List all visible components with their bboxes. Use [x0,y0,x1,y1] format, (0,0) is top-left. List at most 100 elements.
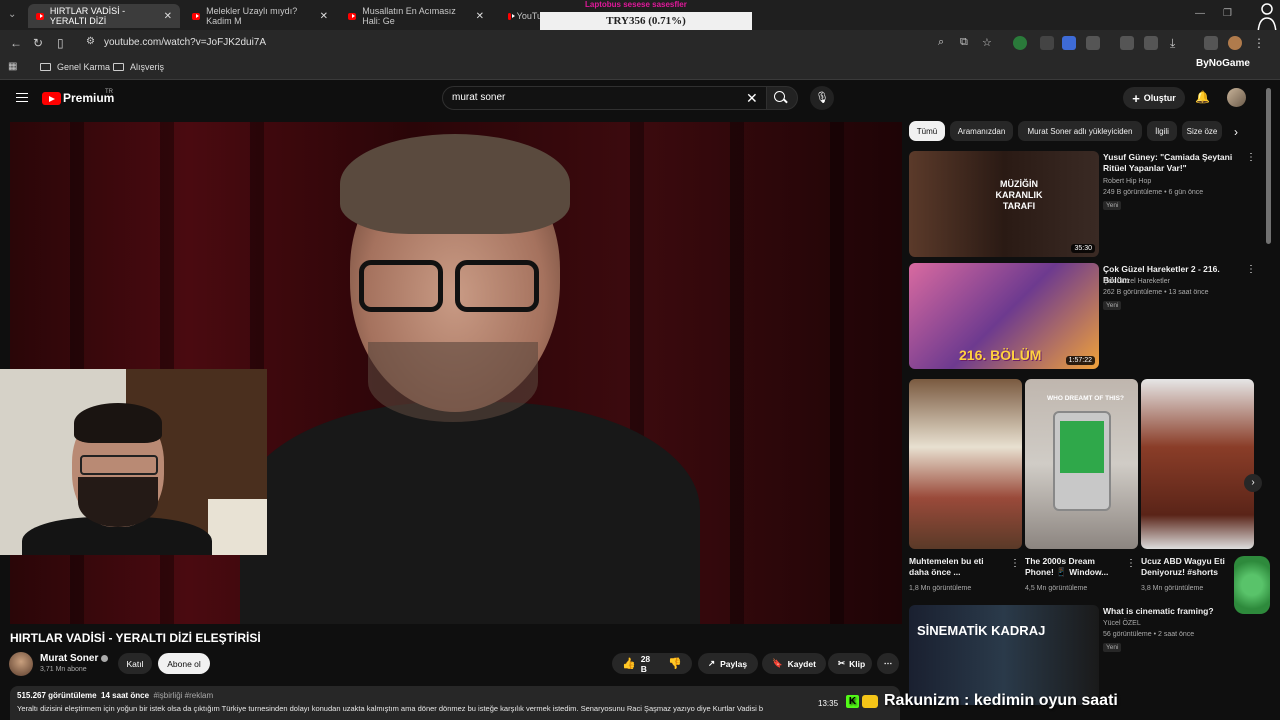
short-title[interactable]: The 2000s Dream Phone! 📱 Window... [1025,556,1121,578]
more-vert-icon[interactable]: ⋮ [1126,558,1136,569]
tab-list-icon[interactable]: ⌄ [8,9,16,20]
clip-button[interactable]: ✂ Klip [828,653,872,674]
rec-channel[interactable]: Çok Güzel Hareketler [1103,278,1170,285]
download-icon[interactable]: ⤓ [1170,36,1175,51]
rec-video-title[interactable]: Yusuf Güney: "Camiada Şeytani Ritüel Yap… [1103,152,1233,174]
install-icon[interactable]: ⧉ [960,36,968,49]
share-button[interactable]: ↗ Paylaş [698,653,758,674]
bookmark-alisveris[interactable]: Alışveriş [113,62,164,72]
share-label: Paylaş [720,658,748,669]
more-vert-icon[interactable]: ⋮ [1246,264,1256,275]
description-meta: 515.267 görüntüleme 14 saat önce #işbirl… [17,691,213,700]
menu-kebab-icon[interactable]: ⋮ [1253,36,1265,50]
clip-label: Klip [849,658,866,669]
chip-all[interactable]: Tümü [909,121,945,141]
bookmark-genel-karma[interactable]: Genel Karma [40,62,110,72]
like-icon[interactable]: 👍 [622,657,636,670]
save-label: Kaydet [787,658,816,669]
more-vert-icon[interactable]: ⋮ [1246,152,1256,163]
rec-channel[interactable]: Robert Hip Hop [1103,178,1151,185]
video-thumbnail[interactable]: SİNEMATİK KADRAJ [909,605,1099,705]
folder-icon [40,63,51,71]
chevron-right-icon[interactable]: › [1234,125,1238,139]
account-avatar[interactable] [1227,88,1246,107]
more-actions-button[interactable]: ⋯ [877,653,899,674]
extension-icon[interactable] [1013,36,1027,50]
short-views: 3,8 Mn görüntüleme [1141,585,1204,592]
profile-avatar-icon[interactable] [1228,36,1242,50]
short-thumbnail[interactable] [909,379,1022,549]
sidepanel-icon[interactable]: ▯ [57,36,64,50]
chip-for-you[interactable]: Size öze [1182,121,1222,141]
reading-list-icon[interactable] [1204,36,1218,50]
site-info-icon[interactable]: ⚙ [86,36,95,47]
translate-icon[interactable] [1062,36,1076,50]
extension-icon[interactable] [1040,36,1054,50]
search-icon [774,91,785,102]
cast-icon[interactable] [1120,36,1134,50]
close-tab-icon[interactable]: ✕ [476,11,484,22]
youtube-logo-icon[interactable] [42,92,61,105]
maximize-icon[interactable]: ❐ [1223,8,1232,19]
verified-badge-icon [101,654,109,662]
short-title[interactable]: Muhtemelen bu eti daha önce ... [909,556,1005,578]
tab-label: Melekler Uzaylı mıydı? Kadim M [206,6,298,26]
dislike-icon[interactable]: 👎 [668,657,682,670]
presenter-beard [368,342,538,422]
apps-grid-icon[interactable]: ▦ [8,61,17,72]
bookmark-star-icon[interactable]: ☆ [982,36,992,49]
more-horizontal-icon: ⋯ [883,658,893,668]
upload-age: 14 saat önce [101,691,150,700]
join-button[interactable]: Katıl [118,653,152,674]
donation-header: Laptobus sesese sasesfler [585,0,687,9]
translate-page-icon[interactable] [1144,36,1158,50]
close-tab-icon[interactable]: ✕ [164,11,172,22]
create-button[interactable]: + Oluştur [1123,87,1185,109]
rec-channel[interactable]: Yücel ÖZEL [1103,620,1141,627]
channel-avatar[interactable] [9,652,33,676]
reload-icon[interactable]: ↻ [33,36,43,50]
chat-text: kedimin oyun saati [973,692,1118,709]
chip-from-uploader[interactable]: Murat Soner adlı yükleyiciden [1018,121,1142,141]
close-tab-icon[interactable]: ✕ [320,11,328,22]
tab-2[interactable]: Melekler Uzaylı mıydı? Kadim M ✕ [184,4,336,28]
notifications-bell-icon[interactable]: 🔔 [1195,90,1210,104]
video-thumbnail[interactable]: MÜZİĞİN KARANLIK TARAFI 35:30 [909,151,1099,257]
short-title[interactable]: Ucuz ABD Wagyu Eti Deniyoruz! #shorts [1141,556,1233,578]
stream-chat-message: K Rakunizm : kedimin oyun saati [846,692,1118,710]
tab-label: HIRTLAR VADİSİ - YERALTI DİZİ [49,6,126,26]
short-thumbnail[interactable] [1141,379,1254,549]
minimize-icon[interactable]: — [1195,8,1205,19]
clear-search-icon[interactable]: ✕ [746,90,758,107]
rec-video-title[interactable]: What is cinematic framing? [1103,606,1233,617]
hamburger-menu-icon[interactable] [16,93,28,102]
phone-screen [1060,421,1104,473]
carousel-next-icon[interactable]: › [1244,474,1262,492]
description-text: Yeraltı dizisini eleştirmem için yoğun b… [17,704,764,713]
youtube-favicon-icon [192,12,201,20]
tab-active[interactable]: HIRTLAR VADİSİ - YERALTI DİZİ ✕ [28,4,180,28]
search-input[interactable]: murat soner [452,92,505,103]
channel-name[interactable]: Murat Soner [40,653,109,664]
tab-3[interactable]: Musallatın En Acımasız Hali: Ge ✕ [340,4,492,28]
tab-label: Musallatın En Acımasız Hali: Ge [362,6,456,26]
presenter-torso [240,402,700,624]
zoom-icon[interactable]: ⌕ [938,36,944,49]
back-icon[interactable]: ← [10,36,22,50]
short-views: 4,5 Mn görüntüleme [1025,585,1088,592]
page-scrollbar[interactable] [1266,88,1271,244]
subscribe-button[interactable]: Abone ol [158,653,210,674]
chip-from-search[interactable]: Aramanızdan [950,121,1013,141]
more-vert-icon[interactable]: ⋮ [1010,558,1020,569]
video-thumbnail[interactable]: 216. BÖLÜM 1:57:22 [909,263,1099,369]
voice-search-icon[interactable]: 🎙 [810,86,834,110]
extensions-puzzle-icon[interactable] [1086,36,1100,50]
chip-related[interactable]: İlgili [1147,121,1177,141]
short-thumbnail[interactable]: WHO DREAMT OF THIS? [1025,379,1138,549]
hashtags[interactable]: #işbirliği #reklam [154,691,214,700]
youtube-favicon-icon [348,12,357,20]
like-count[interactable]: 28 B [641,654,657,674]
plus-icon: + [1132,90,1140,106]
url-field[interactable]: youtube.com/watch?v=JoFJK2dui7A [104,37,266,48]
save-button[interactable]: 🔖 Kaydet [762,653,826,674]
